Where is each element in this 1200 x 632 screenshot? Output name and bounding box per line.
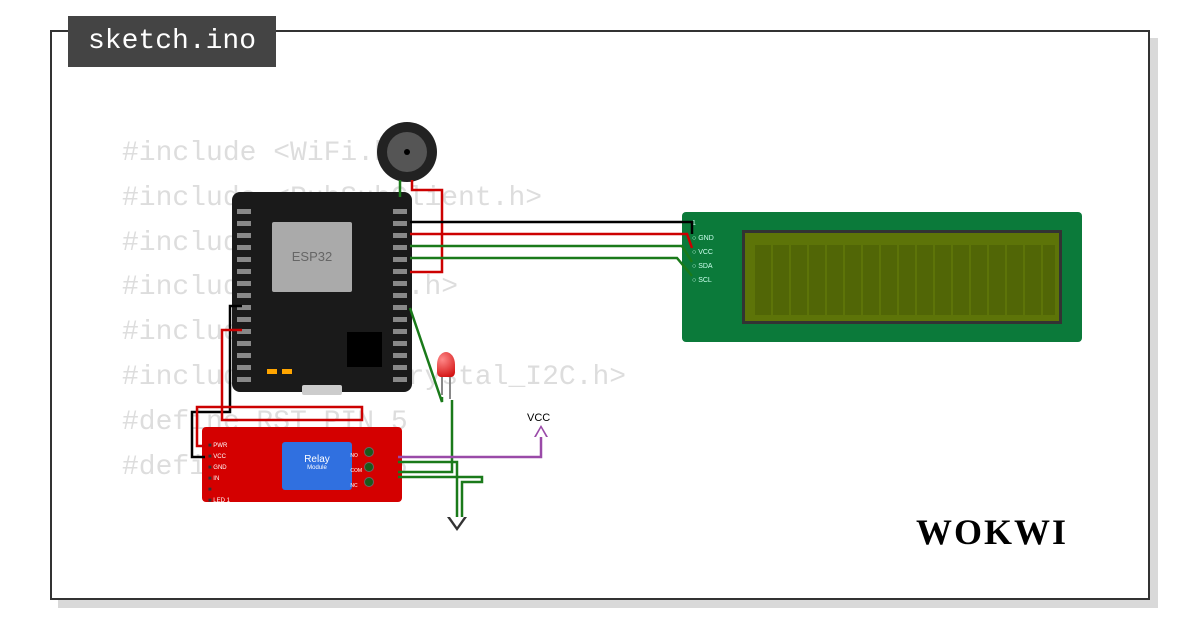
lcd-display[interactable]: 1 GND VCC SDA SCL	[682, 212, 1082, 342]
relay-screw-terminal	[364, 447, 374, 457]
lcd-character-grid	[755, 245, 1055, 315]
project-frame: #include <WiFi.h> #include <PubSubClient…	[50, 30, 1150, 600]
esp32-mcu	[347, 332, 382, 367]
vcc-label: VCC	[527, 412, 550, 424]
relay-pin-label: PWR	[208, 443, 227, 449]
relay-pin-label: NO	[350, 449, 362, 464]
relay-pin-label: LED 1	[208, 498, 230, 504]
lcd-pin-label: VCC	[692, 249, 713, 256]
esp32-pins-left	[237, 202, 251, 382]
esp32-chip: ESP32	[272, 222, 352, 292]
buzzer-component[interactable]	[377, 122, 437, 182]
lcd-pin-label: GND	[692, 235, 714, 242]
relay-label: Relay	[282, 454, 352, 465]
relay-sublabel: Module	[282, 465, 352, 471]
relay-pin-label	[208, 487, 212, 493]
buzzer-hole	[404, 149, 410, 155]
relay-pin-label: IN	[208, 476, 219, 482]
lcd-pin1-label: 1	[692, 220, 696, 227]
wokwi-logo: WOKWI	[916, 511, 1068, 553]
gnd-symbol-inner	[450, 517, 464, 527]
lcd-screen	[742, 230, 1062, 324]
esp32-status-leds	[267, 369, 277, 374]
filename-tab[interactable]: sketch.ino	[68, 16, 276, 67]
relay-input-pins: PWR VCC GND IN LED 1	[208, 441, 230, 507]
esp32-board[interactable]: ESP32	[232, 192, 412, 392]
relay-module[interactable]: PWR VCC GND IN LED 1 Relay Module NO COM…	[202, 427, 402, 502]
relay-block: Relay Module	[282, 442, 352, 490]
esp32-pins-right	[393, 202, 407, 382]
lcd-pin-label: SCL	[692, 277, 712, 284]
vcc-symbol-inner	[536, 428, 546, 437]
relay-screw-terminal	[364, 462, 374, 472]
esp32-usb-port	[302, 385, 342, 395]
relay-pin-label: NC	[350, 479, 362, 494]
lcd-pin-label: SDA	[692, 263, 713, 270]
led-legs	[439, 377, 453, 397]
led-component[interactable]	[437, 352, 455, 377]
relay-pin-label: COM	[350, 464, 362, 479]
lcd-i2c-pins: GND VCC SDA SCL	[692, 232, 714, 288]
relay-screw-terminal	[364, 477, 374, 487]
relay-output-labels: NO COM NC	[350, 449, 362, 494]
relay-pin-label: GND	[208, 465, 227, 471]
relay-pin-label: VCC	[208, 454, 226, 460]
relay-output-terminals	[364, 447, 394, 492]
